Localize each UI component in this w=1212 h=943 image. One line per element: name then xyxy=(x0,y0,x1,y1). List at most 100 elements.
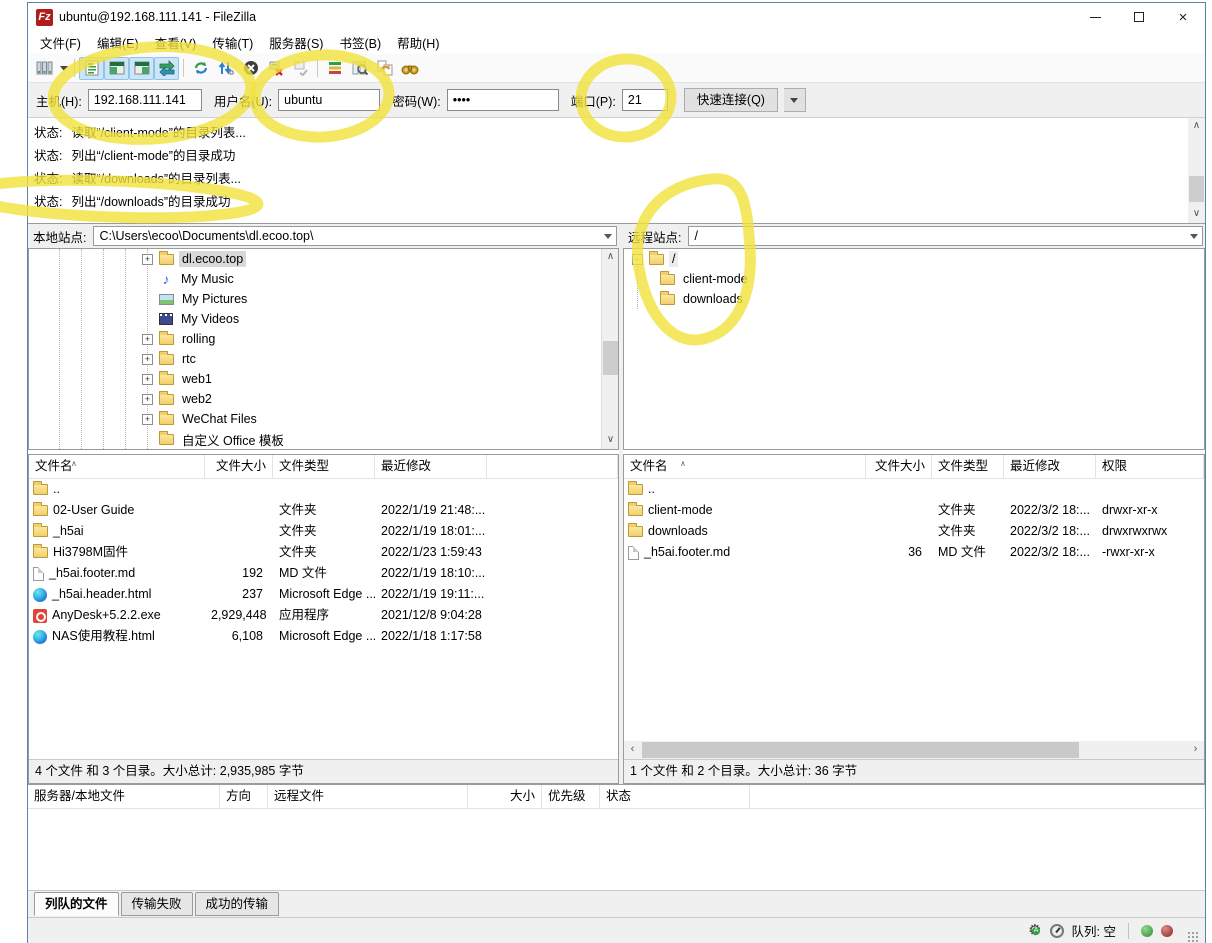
table-row[interactable]: client-mode文件夹2022/3/2 18:...drwxr-xr-x xyxy=(624,500,1204,521)
column-header-size[interactable]: 文件大小 xyxy=(866,455,932,478)
toggle-local-tree-button[interactable] xyxy=(104,57,129,80)
menu-transfer[interactable]: 传输(T) xyxy=(204,31,261,54)
expander-icon[interactable]: + xyxy=(142,334,153,345)
scrollbar-thumb[interactable] xyxy=(603,341,618,375)
table-row[interactable]: NAS使用教程.html6,108Microsoft Edge ...2022/… xyxy=(29,626,618,647)
column-header-type[interactable]: 文件类型 xyxy=(273,455,375,478)
quickconnect-dropdown[interactable] xyxy=(784,88,806,112)
scroll-up-icon[interactable]: ∧ xyxy=(602,249,619,266)
expander-icon[interactable]: + xyxy=(142,254,153,265)
tree-item[interactable]: ♪My Music xyxy=(142,269,618,289)
table-row[interactable]: AnyDesk+5.2.2.exe2,929,448应用程序2021/12/8 … xyxy=(29,605,618,626)
menu-help[interactable]: 帮助(H) xyxy=(389,31,447,54)
queue-col-remote-file[interactable]: 远程文件 xyxy=(268,785,468,808)
local-site-combobox[interactable]: C:\Users\ecoo\Documents\dl.ecoo.top\ xyxy=(93,226,617,246)
disconnect-button[interactable] xyxy=(263,57,288,80)
reconnect-button[interactable] xyxy=(288,57,313,80)
tab-queued-files[interactable]: 列队的文件 xyxy=(34,892,119,916)
tab-successful-transfers[interactable]: 成功的传输 xyxy=(195,892,280,916)
column-header-modified[interactable]: 最近修改 xyxy=(375,455,487,478)
queue-col-size[interactable]: 大小 xyxy=(468,785,542,808)
tree-item[interactable]: +web2 xyxy=(142,389,618,409)
expander-icon[interactable]: + xyxy=(142,414,153,425)
queue-col-status[interactable]: 状态 xyxy=(600,785,750,808)
column-header-size[interactable]: 文件大小 xyxy=(205,455,273,478)
toggle-transfer-queue-button[interactable] xyxy=(154,57,179,80)
expander-icon[interactable]: + xyxy=(142,374,153,385)
cancel-button[interactable] xyxy=(238,57,263,80)
close-button[interactable]: × xyxy=(1161,3,1205,31)
table-row[interactable]: Hi3798M固件文件夹2022/1/23 1:59:43 xyxy=(29,542,618,563)
password-input[interactable]: •••• xyxy=(447,89,559,111)
scroll-right-icon[interactable]: › xyxy=(1187,741,1204,759)
scroll-left-icon[interactable]: ‹ xyxy=(624,741,641,759)
table-row[interactable]: .. xyxy=(624,479,1204,500)
host-input[interactable]: 192.168.111.141 xyxy=(88,89,202,111)
toggle-remote-tree-button[interactable] xyxy=(129,57,154,80)
table-row[interactable]: .. xyxy=(29,479,618,500)
tree-item[interactable]: downloads xyxy=(624,289,1204,309)
filter-button[interactable] xyxy=(322,57,347,80)
local-tree-scrollbar[interactable]: ∧ ∨ xyxy=(601,249,618,449)
tree-item[interactable]: My Videos xyxy=(142,309,618,329)
column-header-name[interactable]: 文件名∧ xyxy=(29,455,205,478)
log-scrollbar[interactable]: ∧ ∨ xyxy=(1188,118,1205,223)
sort-asc-icon: ∧ xyxy=(71,455,77,475)
minimize-button[interactable] xyxy=(1073,3,1117,31)
find-files-button[interactable] xyxy=(397,57,422,80)
tree-item[interactable]: +rtc xyxy=(142,349,618,369)
menu-bookmarks[interactable]: 书签(B) xyxy=(331,31,389,54)
username-input[interactable]: ubuntu xyxy=(278,89,380,111)
column-header-perms[interactable]: 权限 xyxy=(1096,455,1204,478)
expander-icon[interactable]: + xyxy=(142,394,153,405)
autoupdate-gear-icon[interactable]: ⚙ xyxy=(1028,923,1041,938)
synchronized-browsing-button[interactable] xyxy=(372,57,397,80)
queue-col-priority[interactable]: 优先级 xyxy=(542,785,600,808)
directory-compare-button[interactable] xyxy=(347,57,372,80)
site-manager-button[interactable] xyxy=(32,57,57,80)
tree-item[interactable]: -/ xyxy=(624,249,1204,269)
expander-icon[interactable]: - xyxy=(632,254,643,265)
quickconnect-button[interactable]: 快速连接(Q) xyxy=(684,88,778,112)
remote-site-combobox[interactable]: / xyxy=(688,226,1203,246)
table-row[interactable]: downloads文件夹2022/3/2 18:...drwxrwxrwx xyxy=(624,521,1204,542)
column-header-type[interactable]: 文件类型 xyxy=(932,455,1004,478)
scroll-up-icon[interactable]: ∧ xyxy=(1188,118,1205,135)
menu-edit[interactable]: 编辑(E) xyxy=(89,31,147,54)
queue-col-direction[interactable]: 方向 xyxy=(220,785,268,808)
column-header-name[interactable]: 文件名∧ xyxy=(624,455,866,478)
column-header-modified[interactable]: 最近修改 xyxy=(1004,455,1096,478)
toggle-message-log-button[interactable] xyxy=(79,57,104,80)
tree-item[interactable]: 自定义 Office 模板 xyxy=(142,429,618,449)
tree-item[interactable]: +dl.ecoo.top xyxy=(142,249,618,269)
tree-item[interactable]: +WeChat Files xyxy=(142,409,618,429)
port-input[interactable]: 21 xyxy=(622,89,668,111)
table-row[interactable]: 02-User Guide文件夹2022/1/19 21:48:... xyxy=(29,500,618,521)
process-queue-button[interactable] xyxy=(213,57,238,80)
expander-icon[interactable]: + xyxy=(142,354,153,365)
maximize-button[interactable] xyxy=(1117,3,1161,31)
queue-col-server-local[interactable]: 服务器/本地文件 xyxy=(28,785,220,808)
scroll-down-icon[interactable]: ∨ xyxy=(602,432,619,449)
speed-limit-gauge-icon[interactable] xyxy=(1050,924,1064,938)
scroll-down-icon[interactable]: ∨ xyxy=(1188,206,1205,223)
site-manager-dropdown[interactable] xyxy=(57,57,70,80)
menu-server[interactable]: 服务器(S) xyxy=(261,31,331,54)
scrollbar-thumb[interactable] xyxy=(642,742,1079,758)
scrollbar-thumb[interactable] xyxy=(1189,176,1204,202)
table-row[interactable]: _h5ai.header.html237Microsoft Edge ...20… xyxy=(29,584,618,605)
refresh-button[interactable] xyxy=(188,57,213,80)
remote-horizontal-scrollbar[interactable]: ‹ › xyxy=(624,741,1204,759)
tree-item[interactable]: +web1 xyxy=(142,369,618,389)
tree-item[interactable]: My Pictures xyxy=(142,289,618,309)
folder-icon xyxy=(159,414,174,425)
resize-grip[interactable] xyxy=(1187,931,1199,943)
tab-failed-transfers[interactable]: 传输失败 xyxy=(121,892,193,916)
table-row[interactable]: _h5ai文件夹2022/1/19 18:01:... xyxy=(29,521,618,542)
tree-item[interactable]: +rolling xyxy=(142,329,618,349)
table-row[interactable]: _h5ai.footer.md36MD 文件2022/3/2 18:...-rw… xyxy=(624,542,1204,563)
tree-item[interactable]: client-mode xyxy=(624,269,1204,289)
menu-view[interactable]: 查看(V) xyxy=(147,31,205,54)
table-row[interactable]: _h5ai.footer.md192MD 文件2022/1/19 18:10:.… xyxy=(29,563,618,584)
menu-file[interactable]: 文件(F) xyxy=(32,31,89,54)
